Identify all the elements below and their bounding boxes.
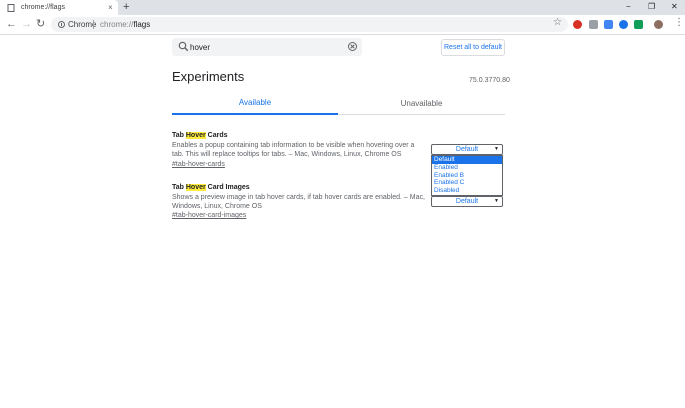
experiment-link[interactable]: #tab-hover-cards bbox=[172, 160, 225, 169]
minimize-button[interactable]: − bbox=[626, 2, 631, 12]
omnibox-separator bbox=[93, 20, 94, 29]
adblock-icon[interactable] bbox=[573, 20, 582, 29]
experiment-description: Enables a popup containing tab informati… bbox=[172, 142, 415, 158]
close-window-button[interactable]: ✕ bbox=[671, 2, 678, 12]
dropdown-option[interactable]: Disabled bbox=[432, 187, 502, 195]
dropdown-option[interactable]: Enabled B bbox=[432, 172, 502, 180]
menu-icon[interactable]: ⋮ bbox=[674, 17, 684, 29]
forward-button[interactable]: → bbox=[21, 18, 32, 31]
tab-close-icon[interactable]: × bbox=[108, 2, 113, 13]
reset-all-button[interactable]: Reset all to default bbox=[441, 39, 505, 56]
url-text[interactable]: chrome://flags bbox=[100, 19, 150, 30]
sheets-icon[interactable] bbox=[634, 20, 643, 29]
active-tab-indicator bbox=[172, 113, 338, 115]
dropdown-list: Default Enabled Enabled B Enabled C Disa… bbox=[431, 155, 503, 196]
select-value: Default bbox=[455, 198, 479, 205]
document-icon bbox=[7, 4, 15, 12]
new-tab-button[interactable]: + bbox=[123, 1, 129, 13]
tab-available[interactable]: Available bbox=[172, 98, 338, 108]
toolbar: ← → ↻ Chrome chrome://flags bbox=[0, 15, 685, 35]
dropdown-option[interactable]: Enabled C bbox=[432, 179, 502, 187]
search-icon bbox=[178, 41, 189, 52]
avatar[interactable] bbox=[654, 20, 663, 29]
browser-tab[interactable]: chrome://flags × bbox=[0, 0, 118, 15]
tab-unavailable[interactable]: Unavailable bbox=[338, 99, 505, 109]
translate-icon[interactable] bbox=[604, 20, 613, 29]
search-input[interactable] bbox=[190, 40, 340, 54]
tab-title: chrome://flags bbox=[21, 4, 65, 11]
info-icon[interactable] bbox=[58, 21, 65, 28]
reload-button[interactable]: ↻ bbox=[36, 18, 45, 31]
version-label: 75.0.3770.80 bbox=[469, 77, 510, 84]
experiment-title: Tab Hover Card Images bbox=[172, 184, 250, 191]
search-box bbox=[172, 38, 362, 56]
tab-strip: chrome://flags × + − ❐ ✕ bbox=[0, 0, 685, 15]
extension-icon[interactable] bbox=[589, 20, 598, 29]
back-button[interactable]: ← bbox=[6, 18, 17, 31]
dropdown-option[interactable]: Default bbox=[432, 156, 502, 164]
experiment-title: Tab Hover Cards bbox=[172, 132, 228, 139]
experiment-select[interactable]: Default ▼ bbox=[431, 196, 503, 207]
experiment-select[interactable]: Default ▼ bbox=[431, 144, 503, 155]
clear-search-icon[interactable] bbox=[348, 42, 357, 51]
page-title: Experiments bbox=[172, 69, 245, 84]
dropdown-arrow-icon: ▼ bbox=[494, 198, 499, 204]
experiment-link[interactable]: #tab-hover-card-images bbox=[172, 211, 246, 220]
experiment-description: Shows a preview image in tab hover cards… bbox=[172, 194, 425, 210]
address-bar[interactable]: Chrome chrome://flags bbox=[51, 17, 568, 32]
star-icon[interactable]: ☆ bbox=[553, 17, 562, 29]
download-icon[interactable] bbox=[619, 20, 628, 29]
dropdown-option[interactable]: Enabled bbox=[432, 164, 502, 172]
select-value: Default bbox=[455, 146, 479, 153]
dropdown-arrow-icon: ▼ bbox=[494, 146, 499, 152]
maximize-button[interactable]: ❐ bbox=[648, 2, 655, 12]
